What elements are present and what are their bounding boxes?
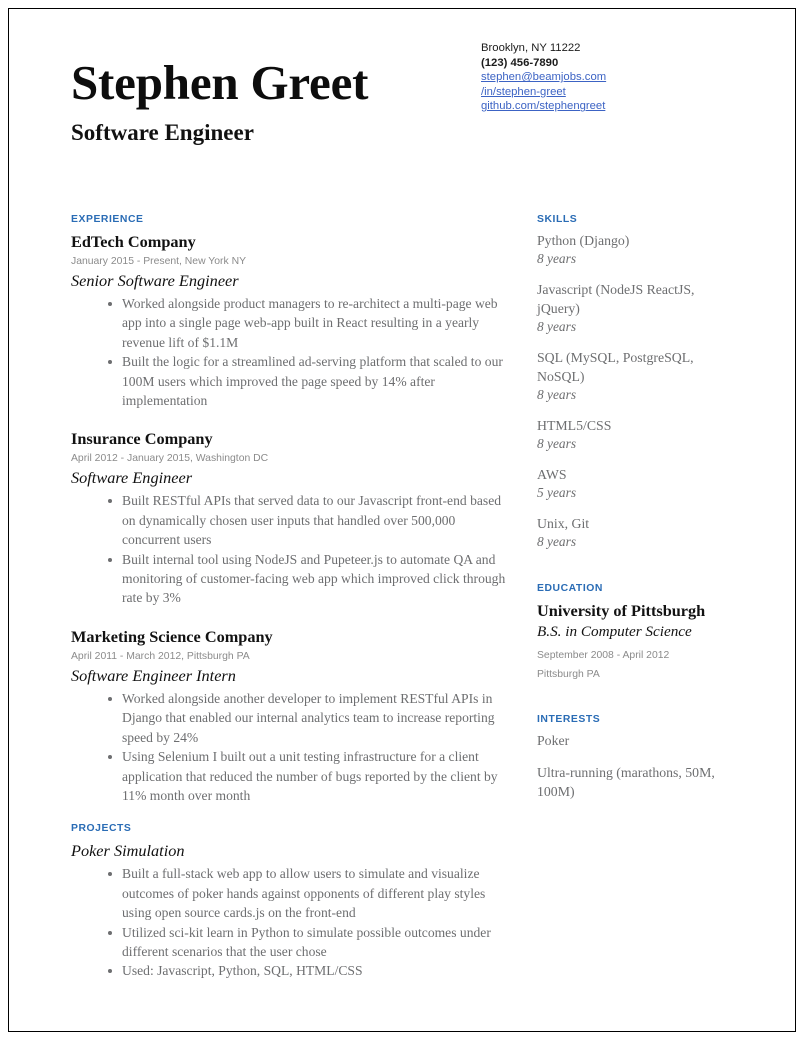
skill-item: SQL (MySQL, PostgreSQL, NoSQL) 8 years [537, 348, 737, 404]
skill-item: AWS 5 years [537, 465, 737, 502]
list-item: Worked alongside product managers to re-… [71, 294, 508, 352]
skill-name: HTML5/CSS [537, 418, 612, 433]
project-title: Poker Simulation [71, 841, 185, 861]
skill-item: Python (Django) 8 years [537, 231, 737, 268]
section-heading-interests: INTERESTS [537, 714, 601, 725]
header-job-title: Software Engineer [71, 120, 254, 145]
skill-years: 8 years [537, 319, 577, 334]
experience-bullet-list: Built RESTful APIs that served data to o… [71, 491, 508, 607]
education-location: Pittsburgh PA [537, 669, 600, 680]
experience-section: EXPERIENCE EdTech Company January 2015 -… [71, 214, 508, 805]
experience-role: Senior Software Engineer [71, 271, 239, 290]
interest-item: Poker [537, 733, 570, 748]
skill-years: 8 years [537, 387, 577, 402]
experience-role: Software Engineer [71, 468, 193, 488]
left-column: EXPERIENCE EdTech Company January 2015 -… [71, 214, 508, 999]
experience-company: Insurance Company [71, 429, 213, 449]
skill-years: 5 years [537, 485, 577, 500]
list-item: Using Selenium I built out a unit testin… [71, 747, 508, 805]
contact-block: Brooklyn, NY 11222 (123) 456-7890 stephe… [481, 41, 721, 114]
experience-meta: April 2012 - January 2015, Washington DC [71, 453, 269, 465]
skill-name: Python (Django) [537, 233, 630, 248]
list-item: Used: Javascript, Python, SQL, HTML/CSS [71, 961, 508, 980]
skill-item: Unix, Git 8 years [537, 514, 737, 551]
experience-bullet-list: Worked alongside another developer to im… [71, 689, 508, 805]
experience-company: EdTech Company [71, 232, 196, 251]
experience-entry: Insurance Company April 2012 - January 2… [71, 428, 508, 607]
interest-item: Ultra-running (marathons, 50M, 100M) [537, 765, 715, 799]
experience-company: Marketing Science Company [71, 626, 273, 646]
list-item: Built a full-stack web app to allow user… [71, 864, 508, 922]
section-heading-experience: EXPERIENCE [71, 214, 144, 225]
contact-email-link[interactable]: stephen@beamjobs.com [481, 70, 606, 85]
experience-entry: EdTech Company January 2015 - Present, N… [71, 231, 508, 410]
skill-years: 8 years [537, 436, 577, 451]
interests-section: INTERESTS Poker Ultra-running (marathons… [537, 714, 737, 801]
list-item: Built internal tool using NodeJS and Pup… [71, 550, 508, 608]
project-entry: Poker Simulation Built a full-stack web … [71, 840, 508, 980]
section-heading-projects: PROJECTS [71, 823, 132, 835]
section-heading-skills: SKILLS [537, 214, 578, 225]
skills-section: SKILLS Python (Django) 8 years Javascrip… [537, 214, 737, 551]
experience-entry: Marketing Science Company April 2011 - M… [71, 626, 508, 805]
skill-item: Javascript (NodeJS ReactJS, jQuery) 8 ye… [537, 280, 737, 336]
experience-role: Software Engineer Intern [71, 665, 236, 685]
project-bullet-list: Built a full-stack web app to allow user… [71, 864, 508, 980]
education-degree: B.S. in Computer Science [537, 623, 692, 640]
projects-section: PROJECTS Poker Simulation Built a full-s… [71, 823, 508, 980]
right-column: SKILLS Python (Django) 8 years Javascrip… [537, 214, 737, 831]
skill-years: 8 years [537, 534, 577, 549]
experience-meta: January 2015 - Present, New York NY [71, 256, 247, 267]
contact-location: Brooklyn, NY 11222 [481, 42, 581, 54]
experience-bullet-list: Worked alongside product managers to re-… [71, 294, 508, 410]
skill-name: Javascript (NodeJS ReactJS, jQuery) [537, 282, 695, 316]
section-heading-education: EDUCATION [537, 583, 603, 594]
education-section: EDUCATION University of Pittsburgh B.S. … [537, 583, 737, 684]
list-item: Worked alongside another developer to im… [71, 689, 508, 747]
skill-years: 8 years [537, 251, 577, 266]
skill-item: HTML5/CSS 8 years [537, 416, 737, 453]
skill-name: Unix, Git [537, 516, 590, 531]
experience-meta: April 2011 - March 2012, Pittsburgh PA [71, 650, 250, 662]
list-item: Built the logic for a streamlined ad-ser… [71, 352, 508, 410]
education-school: University of Pittsburgh [537, 601, 706, 620]
contact-phone: (123) 456-7890 [481, 56, 559, 69]
education-dates: September 2008 - April 2012 [537, 650, 670, 661]
contact-linkedin-link[interactable]: /in/stephen-greet [481, 85, 566, 100]
skill-name: SQL (MySQL, PostgreSQL, NoSQL) [537, 350, 694, 384]
skill-name: AWS [537, 467, 567, 482]
contact-github-link[interactable]: github.com/stephengreet [481, 99, 605, 114]
list-item: Utilized sci-kit learn in Python to simu… [71, 923, 508, 962]
list-item: Built RESTful APIs that served data to o… [71, 491, 508, 549]
resume-page: Stephen Greet Software Engineer Brooklyn… [8, 8, 796, 1032]
